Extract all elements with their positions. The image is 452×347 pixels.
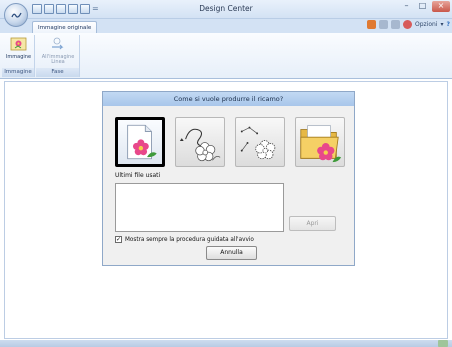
recent-files-label: Ultimi file usati (115, 172, 161, 179)
application-menu-button[interactable] (4, 3, 28, 27)
app-logo-icon (11, 12, 22, 18)
folder-flower-icon (300, 125, 342, 163)
dialog-title: Come si vuole produrre il ricamo? (103, 92, 354, 106)
choice-outline-image-button[interactable] (235, 117, 285, 167)
options-menu[interactable]: Opzioni (415, 21, 438, 28)
arrow-next-icon (51, 37, 63, 50)
line-flower-icon (179, 128, 221, 162)
wizard-startup-option[interactable]: ✓ Mostra sempre la procedura guidata all… (115, 236, 254, 243)
start-wizard-dialog: Come si vuole produrre il ricamo? Ultimi… (102, 91, 355, 266)
ribbon-group-label: Fase (36, 68, 79, 77)
outline-flower-icon (240, 126, 276, 160)
ribbon-group-label: Immagine (2, 68, 34, 77)
to-line-image-button[interactable]: All'immagine Linea (38, 36, 78, 66)
immagine-button-label: Immagine (5, 53, 32, 60)
recent-files-list[interactable] (115, 183, 284, 232)
close-button[interactable]: × (432, 1, 450, 12)
settings-icon[interactable] (403, 20, 412, 29)
choice-open-file-button[interactable] (295, 117, 345, 167)
palette-icon[interactable] (367, 20, 376, 29)
wizard-startup-checkbox[interactable]: ✓ (115, 236, 122, 243)
maximize-button[interactable]: □ (416, 1, 429, 12)
choice-new-image-button[interactable] (115, 117, 165, 167)
help-icon[interactable]: ? (447, 21, 450, 28)
view-icon[interactable] (391, 20, 400, 29)
to-line-image-label: All'immagine Linea (41, 53, 75, 65)
zoom-icon[interactable] (379, 20, 388, 29)
ribbon: Immagine Immagine All'immagine Linea Fas… (0, 33, 452, 79)
open-button[interactable]: Apri (289, 216, 336, 231)
ribbon-group-fase: All'immagine Linea Fase (36, 35, 80, 77)
status-bar (0, 340, 452, 347)
page-flower-icon (127, 124, 157, 160)
choice-line-image-button[interactable] (175, 117, 225, 167)
title-bar: = Design Center – □ × (0, 0, 452, 19)
wizard-startup-label: Mostra sempre la procedura guidata all'a… (125, 236, 254, 243)
cancel-button[interactable]: Annulla (206, 246, 257, 260)
image-icon (10, 37, 27, 51)
chevron-down-icon[interactable]: ▾ (441, 21, 444, 28)
minimize-button[interactable]: – (400, 1, 413, 12)
tab-immagine-originale[interactable]: Immagine originale (32, 21, 98, 33)
ribbon-tab-row: Immagine originale Opzioni ▾ ? (0, 19, 452, 33)
ribbon-group-immagine: Immagine Immagine (2, 35, 35, 77)
window-title: Design Center (199, 4, 253, 13)
immagine-button[interactable]: Immagine (4, 36, 33, 60)
status-icon (438, 340, 448, 347)
